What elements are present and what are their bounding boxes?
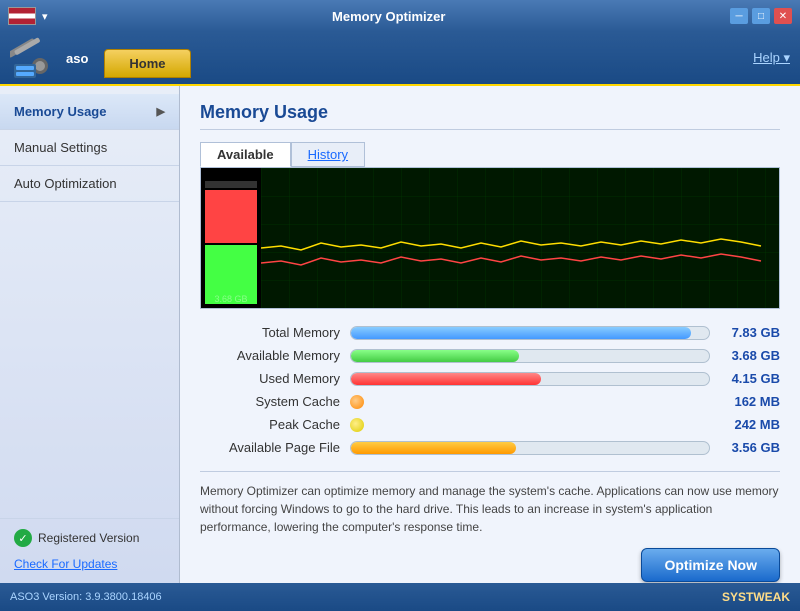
stat-label-available: Available Memory <box>200 348 340 363</box>
stat-label-pagefile: Available Page File <box>200 440 340 455</box>
chart-graph <box>261 168 779 308</box>
registered-label: Registered Version <box>38 531 139 545</box>
stat-row-total: Total Memory 7.83 GB <box>200 325 780 340</box>
help-button[interactable]: Help ▾ <box>753 50 790 66</box>
stat-row-used: Used Memory 4.15 GB <box>200 371 780 386</box>
stat-value-used: 4.15 GB <box>720 371 780 386</box>
app-logo <box>10 34 58 82</box>
chart-bar-visual: 3.68 GB <box>201 168 261 308</box>
stat-row-system-cache: System Cache 162 MB <box>200 394 780 409</box>
stat-label-total: Total Memory <box>200 325 340 340</box>
stat-dot-peak-cache <box>350 418 364 432</box>
app-toolbar: aso Home Help ▾ <box>0 32 800 86</box>
stat-label-peak-cache: Peak Cache <box>200 417 340 432</box>
window-controls: ─ □ ✕ <box>730 8 792 24</box>
tab-history[interactable]: History <box>291 142 365 167</box>
close-button[interactable]: ✕ <box>774 8 792 24</box>
registered-badge: ✓ Registered Version <box>14 529 165 547</box>
stat-bar-pagefile <box>351 442 516 454</box>
optimize-now-button[interactable]: Optimize Now <box>641 548 780 582</box>
stat-row-pagefile: Available Page File 3.56 GB <box>200 440 780 455</box>
content-title: Memory Usage <box>200 102 780 130</box>
minimize-button[interactable]: ─ <box>730 8 748 24</box>
stat-value-total: 7.83 GB <box>720 325 780 340</box>
stat-dot-system-cache <box>350 395 364 409</box>
history-chart <box>261 168 779 308</box>
chart-container: 3.68 GB <box>200 167 780 309</box>
stat-value-system-cache: 162 MB <box>720 394 780 409</box>
status-bar: ASO3 Version: 3.9.3800.18406 SYSTWEAK <box>0 583 800 611</box>
stat-bar-container-used <box>350 372 710 386</box>
stat-bar-used <box>351 373 541 385</box>
sidebar-item-auto-optimization[interactable]: Auto Optimization <box>0 166 179 202</box>
stat-bar-total <box>351 327 691 339</box>
tab-available[interactable]: Available <box>200 142 291 167</box>
version-label: ASO3 Version: 3.9.3800.18406 <box>10 591 162 603</box>
description-text: Memory Optimizer can optimize memory and… <box>200 471 780 536</box>
flag-icon <box>8 7 36 25</box>
brand-label: SYSTWEAK <box>722 590 790 604</box>
main-layout: Memory Usage ▶ Manual Settings Auto Opti… <box>0 86 800 583</box>
home-tab[interactable]: Home <box>104 49 190 78</box>
stat-value-peak-cache: 242 MB <box>720 417 780 432</box>
content-area: Memory Usage Available History 3.68 GB <box>180 86 800 583</box>
sidebar-item-memory-usage[interactable]: Memory Usage ▶ <box>0 94 179 130</box>
sidebar: Memory Usage ▶ Manual Settings Auto Opti… <box>0 86 180 583</box>
username-label: aso <box>66 51 88 66</box>
optimize-btn-container: Optimize Now <box>200 548 780 582</box>
memory-stats: Total Memory 7.83 GB Available Memory 3.… <box>200 325 780 455</box>
stat-row-peak-cache: Peak Cache 242 MB <box>200 417 780 432</box>
stat-value-pagefile: 3.56 GB <box>720 440 780 455</box>
check-updates-link[interactable]: Check For Updates <box>14 557 117 571</box>
sidebar-arrow-memory: ▶ <box>157 105 165 118</box>
app-title: Memory Optimizer <box>48 9 730 24</box>
stat-bar-container-available <box>350 349 710 363</box>
stat-bar-container-pagefile <box>350 441 710 455</box>
title-bar: ▾ Memory Optimizer ─ □ ✕ <box>0 0 800 32</box>
chart-bar-inner <box>205 172 257 304</box>
stat-bar-available <box>351 350 519 362</box>
stat-label-used: Used Memory <box>200 371 340 386</box>
bar-label: 3.68 GB <box>201 294 261 304</box>
stat-value-available: 3.68 GB <box>720 348 780 363</box>
sidebar-bottom: ✓ Registered Version Check For Updates <box>0 518 179 583</box>
sidebar-item-manual-settings[interactable]: Manual Settings <box>0 130 179 166</box>
maximize-button[interactable]: □ <box>752 8 770 24</box>
tabs: Available History <box>200 142 780 167</box>
stat-row-available: Available Memory 3.68 GB <box>200 348 780 363</box>
stat-bar-container-total <box>350 326 710 340</box>
registered-icon: ✓ <box>14 529 32 547</box>
stat-label-system-cache: System Cache <box>200 394 340 409</box>
bar-used <box>205 190 257 243</box>
